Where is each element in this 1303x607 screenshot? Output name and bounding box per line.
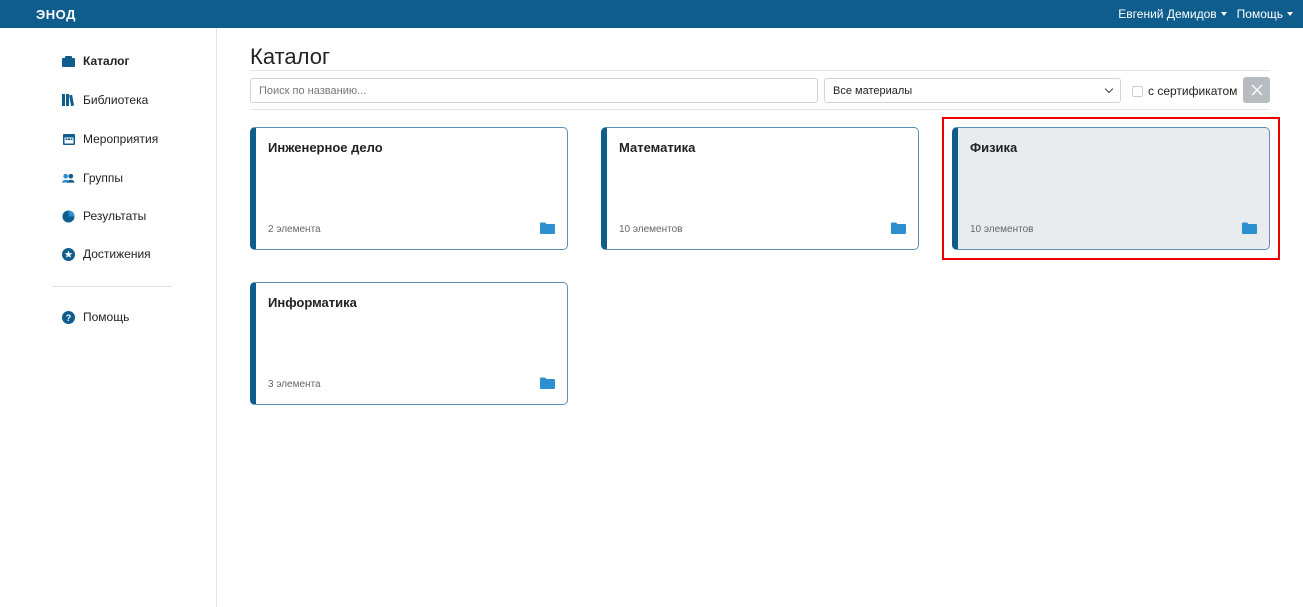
card-count: 10 элементов <box>970 224 1034 235</box>
sidebar-item-label: Помощь <box>83 310 130 324</box>
card-count: 2 элемента <box>268 224 321 235</box>
folder-icon <box>540 376 555 394</box>
library-icon <box>62 94 75 107</box>
calendar-icon <box>62 133 75 146</box>
catalog-card[interactable]: Математика 10 элементов <box>601 127 919 250</box>
catalog-card[interactable]: Инженерное дело 2 элемента <box>250 127 568 250</box>
svg-text:?: ? <box>66 313 72 323</box>
sidebar-item-label: Результаты <box>83 209 147 223</box>
sidebar-item-label: Мероприятия <box>83 132 159 146</box>
sidebar-item-help[interactable]: ? Помощь <box>62 310 129 324</box>
catalog-icon <box>62 55 75 68</box>
user-menu[interactable]: Евгений Демидов <box>1118 7 1227 21</box>
sidebar: Каталог Библиотека Мероприятия Группы Ре… <box>0 28 217 607</box>
card-count: 3 элемента <box>268 379 321 390</box>
star-icon <box>62 247 75 261</box>
materials-filter-select[interactable]: Все материалы <box>824 78 1121 103</box>
sidebar-item-events[interactable]: Мероприятия <box>62 132 158 146</box>
sidebar-item-achievements[interactable]: Достижения <box>62 247 151 261</box>
top-nav: Евгений Демидов Помощь <box>1118 7 1293 21</box>
close-icon <box>1251 84 1262 96</box>
card-count: 10 элементов <box>619 224 683 235</box>
card-title: Математика <box>619 140 696 155</box>
sidebar-item-label: Библиотека <box>83 93 149 107</box>
top-bar: ЭНОД Евгений Демидов Помощь <box>0 0 1303 28</box>
certificate-filter[interactable]: с сертификатом <box>1132 84 1237 98</box>
question-icon: ? <box>62 310 75 324</box>
app-logo[interactable]: ЭНОД <box>36 7 76 22</box>
materials-filter-value: Все материалы <box>833 84 913 97</box>
caret-down-icon <box>1220 12 1227 16</box>
caret-down-icon <box>1287 12 1293 16</box>
help-menu-label: Помощь <box>1236 7 1283 21</box>
card-title: Физика <box>970 140 1018 155</box>
pie-chart-icon <box>62 210 75 223</box>
filters-divider <box>250 109 1270 110</box>
sidebar-item-catalog[interactable]: Каталог <box>62 54 130 68</box>
folder-icon <box>891 221 906 239</box>
sidebar-item-label: Каталог <box>83 54 130 68</box>
folder-icon <box>540 221 555 239</box>
sidebar-divider <box>52 286 172 287</box>
sidebar-item-label: Группы <box>83 171 123 185</box>
users-icon <box>62 172 75 185</box>
certificate-label: с сертификатом <box>1148 84 1238 98</box>
catalog-card[interactable]: Физика 10 элементов <box>952 127 1270 250</box>
sidebar-item-groups[interactable]: Группы <box>62 171 123 185</box>
folder-icon <box>1242 221 1257 239</box>
card-title: Информатика <box>268 295 357 310</box>
clear-filters-button[interactable] <box>1243 77 1270 103</box>
certificate-checkbox[interactable] <box>1132 85 1143 97</box>
sidebar-item-label: Достижения <box>83 247 151 261</box>
help-menu[interactable]: Помощь <box>1237 7 1293 21</box>
title-divider <box>250 70 1270 71</box>
user-menu-label: Евгений Демидов <box>1118 7 1217 21</box>
sidebar-item-library[interactable]: Библиотека <box>62 93 148 107</box>
catalog-card[interactable]: Информатика 3 элемента <box>250 282 568 405</box>
sidebar-item-results[interactable]: Результаты <box>62 209 146 223</box>
chevron-down-icon <box>1104 84 1114 94</box>
card-title: Инженерное дело <box>268 140 383 155</box>
page-title: Каталог <box>250 44 330 69</box>
search-input[interactable] <box>250 78 818 103</box>
